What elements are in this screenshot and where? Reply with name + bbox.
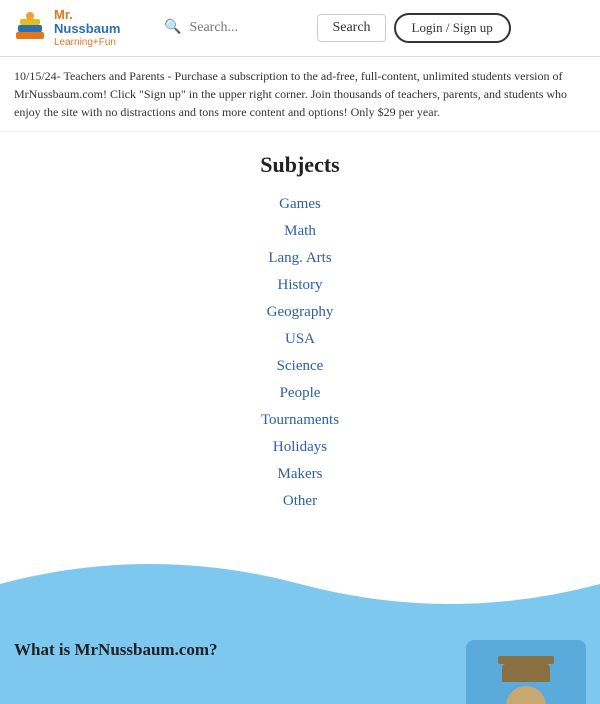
logo: Mr. Nussbaum Learning+Fun: [12, 8, 152, 48]
wave-section: [0, 534, 600, 624]
wave-svg: [0, 544, 600, 624]
search-button[interactable]: Search: [317, 14, 385, 42]
subject-item[interactable]: Science: [277, 354, 324, 379]
header: Mr. Nussbaum Learning+Fun 🔍 Search Login…: [0, 0, 600, 57]
logo-name: Nussbaum: [54, 22, 120, 36]
notice-text: 10/15/24- Teachers and Parents - Purchas…: [14, 69, 567, 119]
logo-mr: Mr.: [54, 8, 120, 22]
search-input[interactable]: [189, 20, 309, 36]
logo-tagline: Learning+Fun: [54, 37, 120, 48]
subject-item[interactable]: USA: [285, 327, 315, 352]
login-button[interactable]: Login / Sign up: [394, 13, 511, 43]
subject-item[interactable]: History: [278, 273, 323, 298]
hat-brim: [498, 656, 554, 664]
subject-item[interactable]: Tournaments: [261, 408, 339, 433]
subject-item[interactable]: Math: [284, 219, 316, 244]
subject-item[interactable]: People: [280, 381, 321, 406]
logo-text: Mr. Nussbaum Learning+Fun: [54, 8, 120, 48]
subjects-list: GamesMathLang. ArtsHistoryGeographyUSASc…: [0, 192, 600, 514]
subjects-section: Subjects GamesMathLang. ArtsHistoryGeogr…: [0, 132, 600, 524]
notice-bar: 10/15/24- Teachers and Parents - Purchas…: [0, 57, 600, 132]
bottom-text-area: What is MrNussbaum.com?: [14, 640, 450, 664]
subject-item[interactable]: Other: [283, 489, 317, 514]
logo-icon: [12, 10, 48, 46]
main-content: ⌃ Subjects GamesMathLang. ArtsHistoryGeo…: [0, 132, 600, 624]
subject-item[interactable]: Makers: [278, 462, 323, 487]
person-head: [506, 686, 546, 704]
subject-item[interactable]: Holidays: [273, 435, 327, 460]
subject-item[interactable]: Lang. Arts: [268, 246, 331, 271]
search-icon: 🔍: [164, 19, 181, 36]
subject-item[interactable]: Geography: [267, 300, 334, 325]
subject-item[interactable]: Games: [279, 192, 321, 217]
bottom-title: What is MrNussbaum.com?: [14, 640, 450, 660]
person-silhouette: [486, 650, 566, 704]
person-image: [466, 640, 586, 704]
search-area: 🔍 Search Login / Sign up: [164, 13, 588, 43]
subjects-title: Subjects: [0, 152, 600, 178]
hat: [502, 664, 550, 682]
bottom-section: What is MrNussbaum.com?: [0, 624, 600, 704]
